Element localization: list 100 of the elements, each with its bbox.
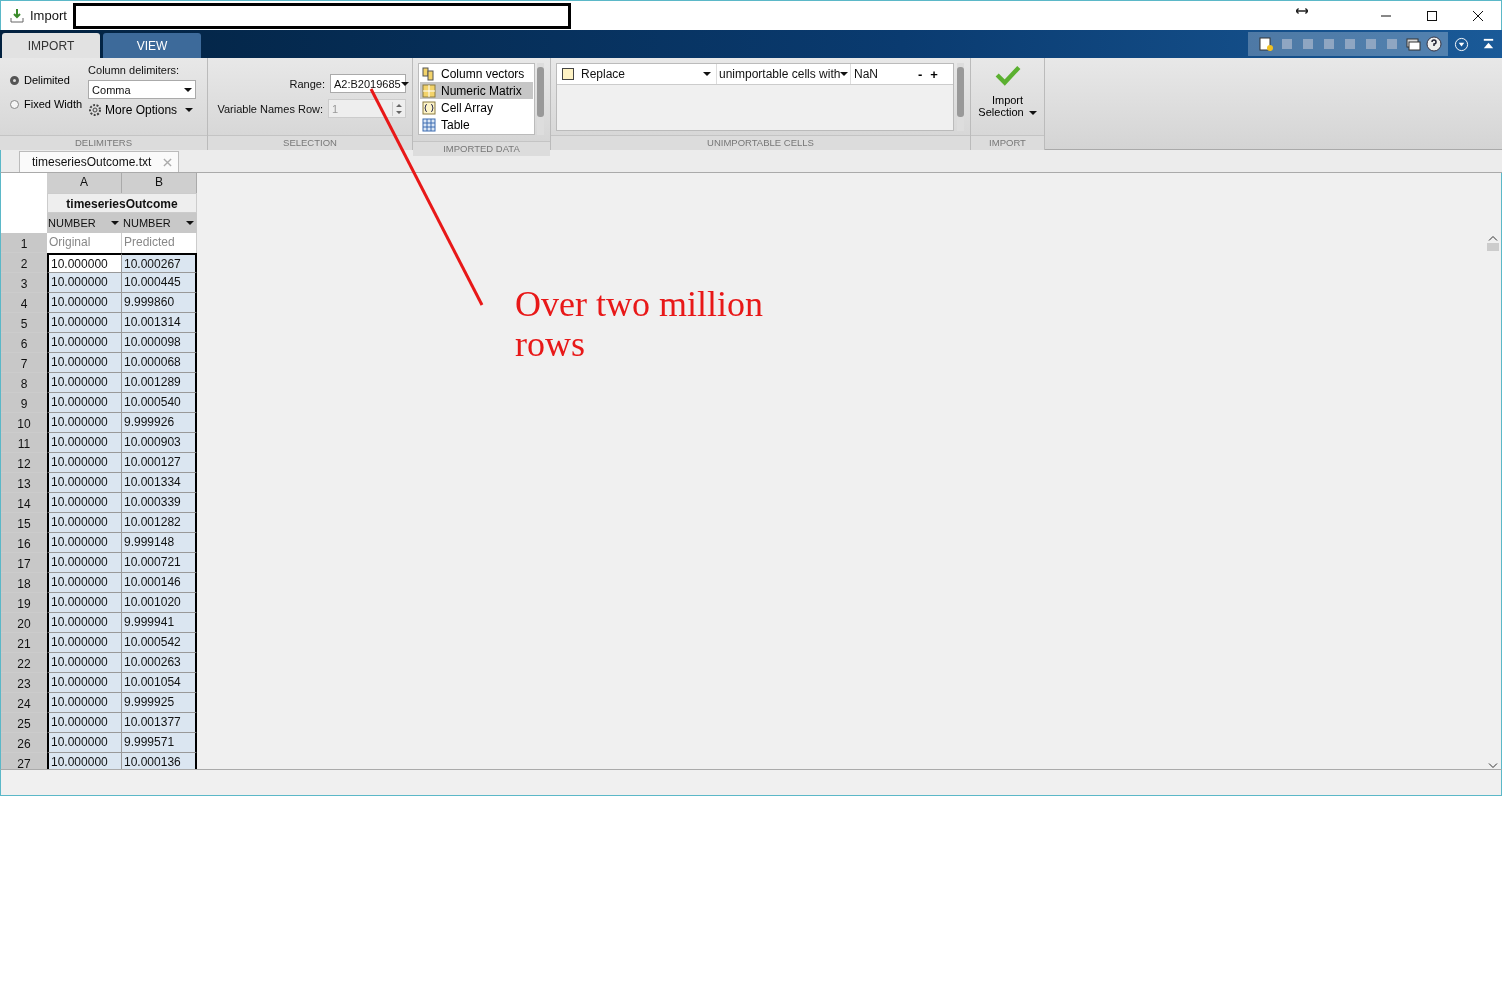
scrollbar-thumb[interactable] — [1487, 243, 1499, 251]
table-cell: 10.001054 — [122, 673, 197, 693]
windows-icon[interactable] — [1405, 36, 1421, 52]
ribbon-tab[interactable]: VIEW — [103, 33, 201, 58]
scroll-up-icon[interactable] — [1488, 235, 1498, 241]
table-cell: 10.000000 — [47, 453, 122, 473]
table-cell: 10.001377 — [122, 713, 197, 733]
table-cell: 10.000136 — [122, 753, 197, 769]
table-cell: 10.000000 — [47, 753, 122, 769]
table-cell: 9.999941 — [122, 613, 197, 633]
row-number: 15 — [1, 513, 47, 533]
output-type-item[interactable]: Table — [420, 116, 533, 133]
table-cell: 10.000000 — [47, 293, 122, 313]
scroll-down-icon[interactable] — [1488, 763, 1498, 769]
section-label: IMPORT — [971, 135, 1044, 150]
table-cell: 9.999925 — [122, 693, 197, 713]
radio-button[interactable]: Delimited — [10, 74, 70, 86]
table-cell: 10.000000 — [47, 253, 122, 273]
table-cell: 10.000263 — [122, 653, 197, 673]
row-number: 18 — [1, 573, 47, 593]
row-number: 9 — [1, 393, 47, 413]
table-cell: 10.000721 — [122, 553, 197, 573]
column-header[interactable]: A — [47, 173, 122, 193]
section-label: SELECTION — [208, 135, 412, 150]
table-cell: 10.000000 — [47, 673, 122, 693]
add-rule-button[interactable]: + — [926, 66, 942, 82]
row-number: 26 — [1, 733, 47, 753]
import-icon — [9, 7, 25, 24]
spinner-arrows-icon[interactable] — [392, 101, 405, 116]
row-number: 2 — [1, 253, 47, 273]
rule-color-swatch[interactable] — [562, 68, 574, 80]
row-number: 14 — [1, 493, 47, 513]
row-number: 8 — [1, 373, 47, 393]
table-cell: 10.001282 — [122, 513, 197, 533]
table-cell: 10.000540 — [122, 393, 197, 413]
row-number: 6 — [1, 333, 47, 353]
column-vectors-icon — [422, 66, 436, 81]
more-options-button[interactable]: More Options — [88, 103, 194, 117]
range-dropdown[interactable]: A2:B2019685 — [330, 74, 406, 93]
table-cell: 10.001020 — [122, 593, 197, 613]
help-icon[interactable] — [1426, 36, 1442, 52]
section-label: DELIMITERS — [0, 135, 207, 150]
row-number: 20 — [1, 613, 47, 633]
delimiter-dropdown[interactable]: Comma — [88, 80, 197, 99]
table-icon — [422, 117, 436, 132]
row-number: 16 — [1, 533, 47, 553]
table-cell: 10.000000 — [47, 433, 122, 453]
field-label: Column delimiters: — [88, 64, 181, 76]
remove-rule-button[interactable]: - — [914, 66, 927, 82]
table-cell: 10.000000 — [47, 553, 122, 573]
row-number: 10 — [1, 413, 47, 433]
scrollbar[interactable] — [537, 63, 544, 135]
scrollbar[interactable] — [957, 63, 964, 131]
table-cell: 10.000000 — [47, 313, 122, 333]
table-cell: 10.001314 — [122, 313, 197, 333]
row-number: 3 — [1, 273, 47, 293]
action-dropdown[interactable]: Replace — [579, 64, 717, 84]
output-type-item[interactable]: Column vectors — [420, 65, 533, 82]
gear-icon — [88, 103, 103, 117]
ribbon-tab[interactable]: IMPORT — [2, 33, 100, 58]
table-cell: 10.001334 — [122, 473, 197, 493]
table-cell: 10.000000 — [47, 273, 122, 293]
table-cell: 10.000000 — [47, 733, 122, 753]
table-cell: 10.000000 — [47, 513, 122, 533]
table-cell: 10.000000 — [47, 353, 122, 373]
column-type-dropdown[interactable]: NUMBER — [47, 213, 122, 233]
row-number: 17 — [1, 553, 47, 573]
output-type-item[interactable]: Cell Array — [420, 99, 533, 116]
close-icon[interactable] — [1472, 9, 1484, 22]
table-cell: 10.000542 — [122, 633, 197, 653]
table-cell: 10.000000 — [47, 373, 122, 393]
table-cell: Predicted — [122, 233, 197, 253]
row-number: 21 — [1, 633, 47, 653]
table-cell: Original — [47, 233, 122, 253]
column-type-dropdown[interactable]: NUMBER — [122, 213, 197, 233]
table-cell: 10.001289 — [122, 373, 197, 393]
output-type-item[interactable]: Numeric Matrix — [420, 82, 533, 99]
row-number: 11 — [1, 433, 47, 453]
new-icon[interactable] — [1258, 36, 1274, 52]
variable-name-header[interactable]: timeseriesOutcome — [47, 193, 197, 213]
file-tab[interactable]: timeseriesOutcome.txt — [19, 151, 180, 172]
row-number: 27 — [1, 753, 47, 769]
table-cell: 10.000000 — [47, 333, 122, 353]
table-cell: 10.000098 — [122, 333, 197, 353]
dropdown-circle-icon[interactable] — [1454, 36, 1469, 52]
row-number: 13 — [1, 473, 47, 493]
condition-dropdown[interactable]: unimportable cells with — [717, 64, 851, 84]
table-cell: 10.000000 — [47, 693, 122, 713]
annotation-text: Over two million rows — [515, 284, 764, 364]
table-cell: 10.000000 — [47, 713, 122, 733]
row-number: 12 — [1, 453, 47, 473]
table-cell: 10.000000 — [47, 413, 122, 433]
table-cell: 10.000267 — [122, 253, 197, 273]
table-cell: 9.999571 — [122, 733, 197, 753]
maximize-icon[interactable] — [1426, 9, 1438, 22]
radio-button[interactable]: Fixed Width — [10, 98, 83, 110]
column-header[interactable]: B — [122, 173, 197, 193]
table-cell: 10.000903 — [122, 433, 197, 453]
import-selection-button[interactable]: Import Selection — [971, 64, 1044, 128]
replacement-field[interactable]: NaN — [851, 67, 914, 81]
